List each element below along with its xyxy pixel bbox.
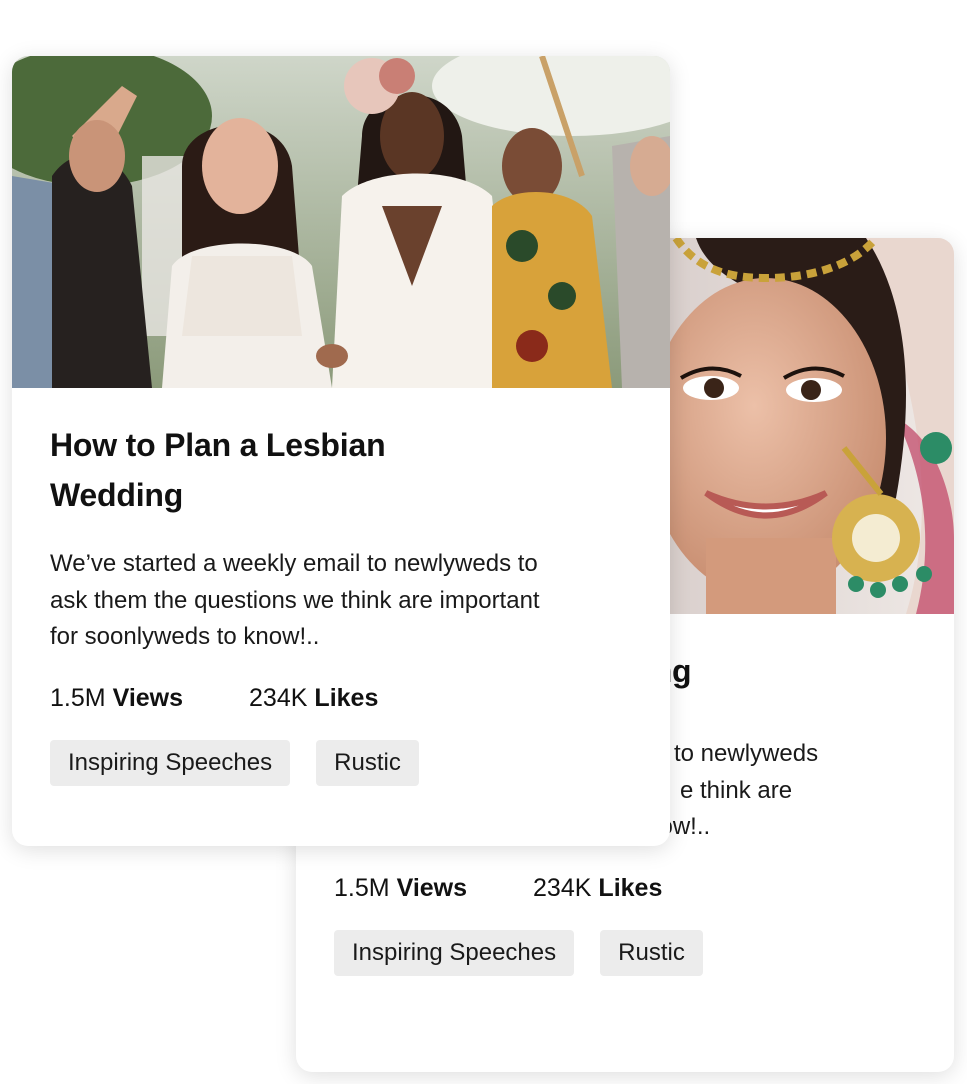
likes-stat: 234K Likes — [533, 872, 662, 904]
likes-count: 234K — [249, 683, 308, 712]
views-label: Views — [112, 683, 184, 712]
likes-count: 234K — [533, 873, 592, 902]
views-count: 1.5M — [50, 683, 106, 712]
article-title[interactable]: How to Plan a Lesbian Wedding — [50, 420, 490, 520]
tag-rustic[interactable]: Rustic — [600, 929, 703, 976]
likes-label: Likes — [598, 873, 663, 902]
tag-rustic[interactable]: Rustic — [316, 739, 419, 786]
likes-label: Likes — [314, 683, 379, 712]
likes-stat: 234K Likes — [249, 682, 378, 714]
wedding-couple-photo — [12, 56, 670, 388]
tag-list: Inspiring Speeches Rustic — [50, 739, 632, 786]
article-excerpt: We’ve started a weekly email to newlywed… — [50, 550, 540, 650]
article-content-front: How to Plan a Lesbian Wedding We’ve star… — [50, 420, 632, 786]
tag-inspiring-speeches[interactable]: Inspiring Speeches — [334, 929, 575, 976]
article-stats: 1.5M Views 234K Likes — [334, 872, 916, 904]
views-count: 1.5M — [334, 873, 390, 902]
tag-list: Inspiring Speeches Rustic — [334, 929, 916, 976]
views-label: Views — [396, 873, 468, 902]
views-stat: 1.5M Views — [334, 872, 467, 904]
article-card-front[interactable]: How to Plan a Lesbian Wedding We’ve star… — [12, 56, 670, 846]
views-stat: 1.5M Views — [50, 682, 183, 714]
tag-inspiring-speeches[interactable]: Inspiring Speeches — [50, 739, 291, 786]
article-stats: 1.5M Views 234K Likes — [50, 682, 632, 714]
